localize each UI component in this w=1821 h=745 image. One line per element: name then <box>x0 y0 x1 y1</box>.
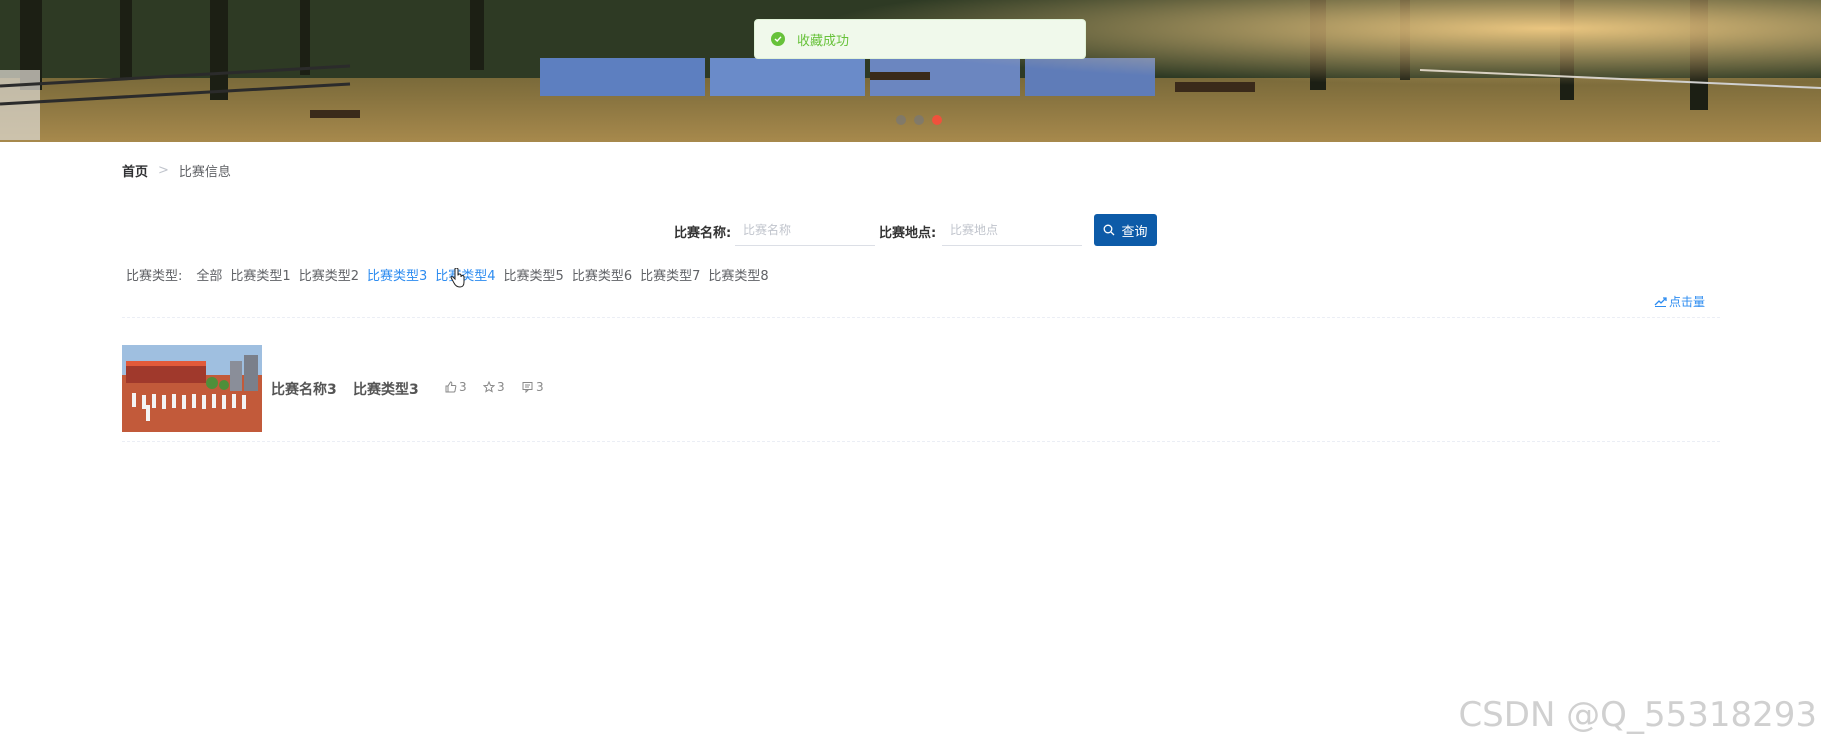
type-filter-all[interactable]: 全部 <box>196 265 222 284</box>
check-circle-icon <box>771 32 785 46</box>
sort-label: 点击量 <box>1668 295 1705 309</box>
breadcrumb-separator: > <box>158 163 169 178</box>
breadcrumb: 首页 > 比赛信息 <box>122 161 231 180</box>
trend-icon <box>1654 297 1667 307</box>
location-search-input[interactable] <box>942 214 1082 246</box>
item-name[interactable]: 比赛名称3 <box>271 379 337 399</box>
type-filter-3[interactable]: 比赛类型3 <box>367 265 427 284</box>
name-label: 比赛名称: <box>674 226 732 241</box>
type-filter-label: 比赛类型: <box>126 269 183 284</box>
breadcrumb-current: 比赛信息 <box>178 165 231 180</box>
star-icon <box>483 381 495 393</box>
carousel-dot[interactable] <box>896 115 906 125</box>
watermark-text: CSDN @Q_55318293 <box>1458 695 1817 735</box>
type-filter-5[interactable]: 比赛类型5 <box>504 265 564 284</box>
favorites-count: 3 <box>497 380 505 394</box>
divider <box>122 441 1720 442</box>
favorites-stat: 3 <box>483 380 505 394</box>
search-button[interactable]: 查询 <box>1094 214 1157 246</box>
carousel-dot-active[interactable] <box>932 115 942 125</box>
likes-stat: 3 <box>445 380 467 394</box>
carousel-dot[interactable] <box>914 115 924 125</box>
success-toast: 收藏成功 <box>754 19 1086 59</box>
breadcrumb-home[interactable]: 首页 <box>122 161 148 180</box>
name-search-input[interactable] <box>735 214 875 246</box>
comments-stat: 3 <box>522 380 544 394</box>
thumbs-up-icon <box>445 381 457 393</box>
sort-by-clicks[interactable]: 点击量 <box>1654 293 1705 310</box>
search-icon <box>1104 224 1115 236</box>
comment-icon <box>522 382 533 393</box>
item-thumbnail[interactable] <box>122 345 262 432</box>
type-filter-2[interactable]: 比赛类型2 <box>299 265 359 284</box>
search-button-label: 查询 <box>1121 224 1148 240</box>
type-filter-8[interactable]: 比赛类型8 <box>708 265 768 284</box>
type-filter-1[interactable]: 比赛类型1 <box>230 265 290 284</box>
type-filter-7[interactable]: 比赛类型7 <box>640 265 700 284</box>
list-item[interactable]: 比赛名称3 比赛类型3 3 3 3 <box>122 345 1720 433</box>
hand-cursor-icon <box>450 268 465 288</box>
type-filter-6[interactable]: 比赛类型6 <box>572 265 632 284</box>
divider <box>122 317 1720 318</box>
toast-message: 收藏成功 <box>797 33 850 49</box>
location-label: 比赛地点: <box>879 226 937 241</box>
likes-count: 3 <box>459 380 467 394</box>
carousel-indicators <box>896 115 942 125</box>
comments-count: 3 <box>536 380 544 394</box>
item-type: 比赛类型3 <box>353 382 419 398</box>
